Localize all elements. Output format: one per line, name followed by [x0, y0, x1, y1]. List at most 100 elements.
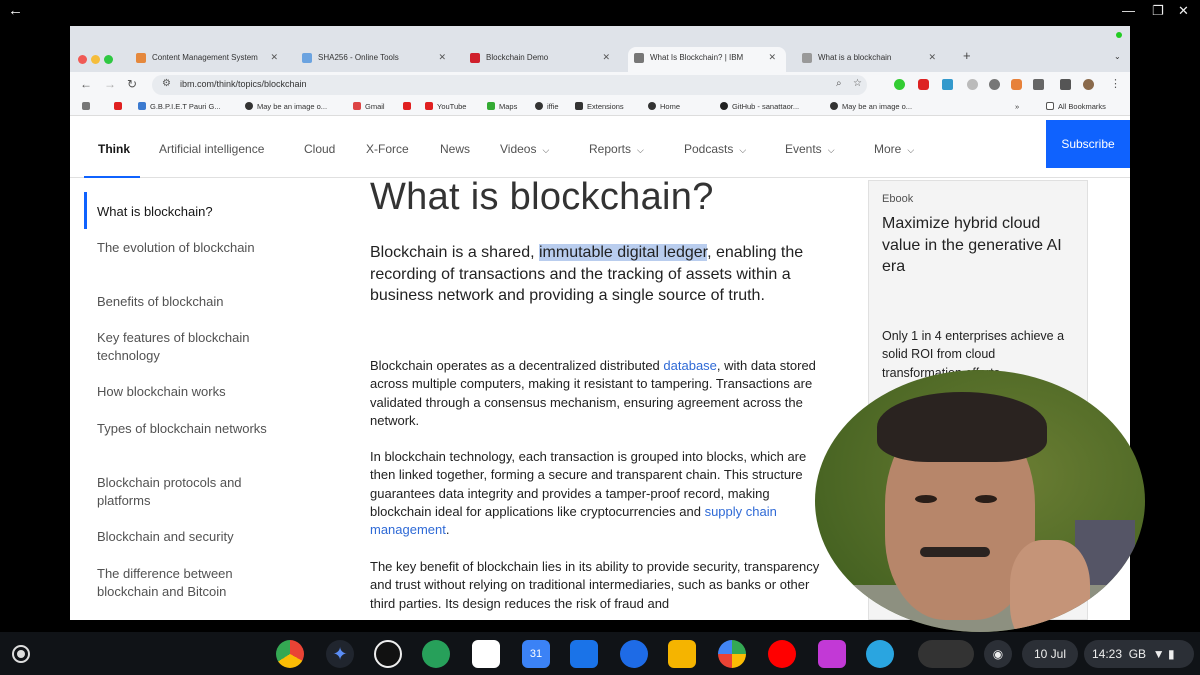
browser-tab[interactable]: What is a blockchain ✕ — [796, 47, 946, 72]
apps-grid-icon[interactable] — [82, 102, 94, 111]
nav-item-reports[interactable]: Reports ⌵ — [589, 142, 644, 156]
bookmark-item[interactable]: Gmail — [353, 102, 385, 111]
nav-item-events[interactable]: Events ⌵ — [785, 142, 835, 156]
bookmark-item[interactable]: Maps — [487, 102, 517, 111]
browser-tab[interactable]: SHA256 - Online Tools ✕ — [296, 47, 456, 72]
minimize-icon[interactable]: — — [1122, 3, 1135, 18]
browser-tab[interactable]: Blockchain Demo ✕ — [464, 47, 620, 72]
toc-item[interactable]: The evolution of blockchain — [97, 239, 277, 257]
toc-item[interactable]: Key features of blockchain technology — [97, 329, 277, 365]
active-nav-indicator — [84, 176, 140, 178]
tray-icons[interactable] — [918, 640, 974, 668]
launcher-icon[interactable] — [12, 645, 30, 663]
calendar-icon[interactable]: 31 — [522, 640, 550, 668]
bookmark-item[interactable]: GitHub - sanattaor... — [720, 102, 799, 111]
close-tab-icon[interactable]: ✕ — [602, 47, 610, 68]
close-tab-icon[interactable]: ✕ — [928, 47, 936, 68]
zoom-icon[interactable]: ⌕ — [836, 78, 842, 89]
site-info-icon[interactable]: ⚙ — [162, 78, 171, 89]
gmail-icon[interactable] — [472, 640, 500, 668]
extension-icon[interactable] — [967, 79, 978, 90]
nav-item-news[interactable]: News — [440, 142, 470, 156]
toc-item[interactable]: Blockchain and security — [97, 528, 277, 546]
extension-icon[interactable] — [1011, 79, 1022, 90]
files-icon[interactable] — [570, 640, 598, 668]
ebook-title[interactable]: Maximize hybrid cloud value in the gener… — [882, 213, 1072, 278]
download-icon[interactable] — [1060, 79, 1071, 90]
play-store-icon[interactable] — [718, 640, 746, 668]
bookmark-item[interactable]: YouTube — [425, 102, 466, 111]
reload-icon[interactable]: ↻ — [127, 77, 137, 91]
all-bookmarks[interactable]: All Bookmarks — [1046, 102, 1106, 111]
toc-item[interactable]: Types of blockchain networks — [97, 420, 277, 438]
date-display[interactable]: 10 Jul — [1022, 640, 1078, 668]
extensions-puzzle-icon[interactable] — [1033, 79, 1044, 90]
eye — [915, 495, 937, 503]
gemini-icon[interactable]: ✦ — [326, 640, 354, 668]
new-tab-button[interactable]: + — [963, 48, 971, 63]
subscribe-button[interactable]: Subscribe — [1046, 120, 1130, 168]
close-tab-icon[interactable]: ✕ — [270, 47, 278, 68]
nav-item-x-force[interactable]: X-Force — [366, 142, 409, 156]
toc-item[interactable]: Blockchain protocols and platforms — [97, 474, 277, 510]
bookmark-item[interactable] — [403, 102, 415, 111]
database-link[interactable]: database — [663, 358, 717, 373]
tab-favicon-icon — [634, 53, 644, 63]
nav-item-podcasts[interactable]: Podcasts ⌵ — [684, 142, 746, 156]
back-icon[interactable]: ← — [80, 77, 92, 91]
gallery-icon[interactable] — [818, 640, 846, 668]
tab-search-icon[interactable]: ⌄ — [1114, 52, 1121, 61]
toc-item[interactable]: How blockchain works — [97, 383, 277, 401]
nav-item-videos[interactable]: Videos ⌵ — [500, 142, 549, 156]
nav-item-more[interactable]: More ⌵ — [874, 142, 914, 156]
browser-tab[interactable]: What Is Blockchain? | IBM ✕ — [628, 47, 786, 72]
status-area[interactable]: 14:23 GB ▼ ▮ — [1084, 640, 1194, 668]
highlighted-text: immutable digital ledger — [538, 244, 708, 261]
bookmark-item[interactable]: G.B.P.I.E.T Pauri G... — [138, 102, 221, 111]
back-arrow-icon[interactable]: ← — [8, 2, 23, 19]
toc-item[interactable]: Benefits of blockchain — [97, 293, 277, 311]
close-tab-icon[interactable]: ✕ — [768, 47, 776, 68]
person-hair — [877, 392, 1047, 462]
taskbar: ✦ 31 ◉ 10 Jul 14:23 GB ▼ ▮ — [0, 632, 1200, 675]
tab-favicon-icon — [136, 53, 146, 63]
url-field[interactable]: ⚙ ibm.com/think/topics/blockchain ⌕ ☆ — [152, 75, 867, 95]
extension-icon[interactable] — [942, 79, 953, 90]
tab-strip: Content Management System ✕ SHA256 - Onlin… — [70, 26, 1130, 72]
status-dot-icon — [1116, 32, 1122, 38]
chrome-icon[interactable] — [276, 640, 304, 668]
bookmark-item[interactable]: May be an image o... — [830, 102, 912, 111]
extension-icon[interactable] — [989, 79, 1000, 90]
extension-icon[interactable] — [918, 79, 929, 90]
toc-item[interactable]: What is blockchain? — [97, 203, 277, 221]
audio-icon[interactable]: ◉ — [984, 640, 1012, 668]
browser-tab[interactable]: Content Management System ✕ — [130, 47, 288, 72]
toc-item[interactable]: The difference between blockchain and Bi… — [97, 565, 277, 601]
bookmark-item[interactable]: Home — [648, 102, 680, 111]
bookmark-item[interactable] — [114, 102, 126, 111]
bookmark-star-icon[interactable]: ☆ — [853, 78, 862, 89]
bookmark-item[interactable]: Extensions — [575, 102, 624, 111]
youtube-icon[interactable] — [768, 640, 796, 668]
bookmarks-bar: G.B.P.I.E.T Pauri G... May be an image o… — [70, 98, 1130, 116]
kebab-menu-icon[interactable]: ⋮ — [1110, 77, 1121, 90]
more-bookmarks-icon[interactable]: » — [1015, 102, 1019, 111]
lead-paragraph: Blockchain is a shared, immutable digita… — [370, 244, 804, 304]
meet-icon[interactable] — [668, 640, 696, 668]
telegram-icon[interactable] — [866, 640, 894, 668]
apps-icon[interactable] — [422, 640, 450, 668]
bookmark-item[interactable]: iffie — [535, 102, 559, 111]
bookmark-item[interactable]: May be an image o... — [245, 102, 327, 111]
forward-icon[interactable]: → — [104, 77, 116, 91]
messages-icon[interactable] — [620, 640, 648, 668]
nav-item-artificial-intelligence[interactable]: Artificial intelligence — [159, 142, 264, 156]
restore-icon[interactable]: ❐ — [1152, 3, 1164, 19]
nav-item-think[interactable]: Think — [98, 142, 130, 156]
extension-icon[interactable] — [894, 79, 905, 90]
mustache — [920, 547, 990, 557]
avatar[interactable] — [1083, 79, 1094, 90]
close-icon[interactable]: ✕ — [1178, 3, 1189, 19]
podcasts-icon[interactable] — [374, 640, 402, 668]
close-tab-icon[interactable]: ✕ — [438, 47, 446, 68]
nav-item-cloud[interactable]: Cloud — [304, 142, 335, 156]
